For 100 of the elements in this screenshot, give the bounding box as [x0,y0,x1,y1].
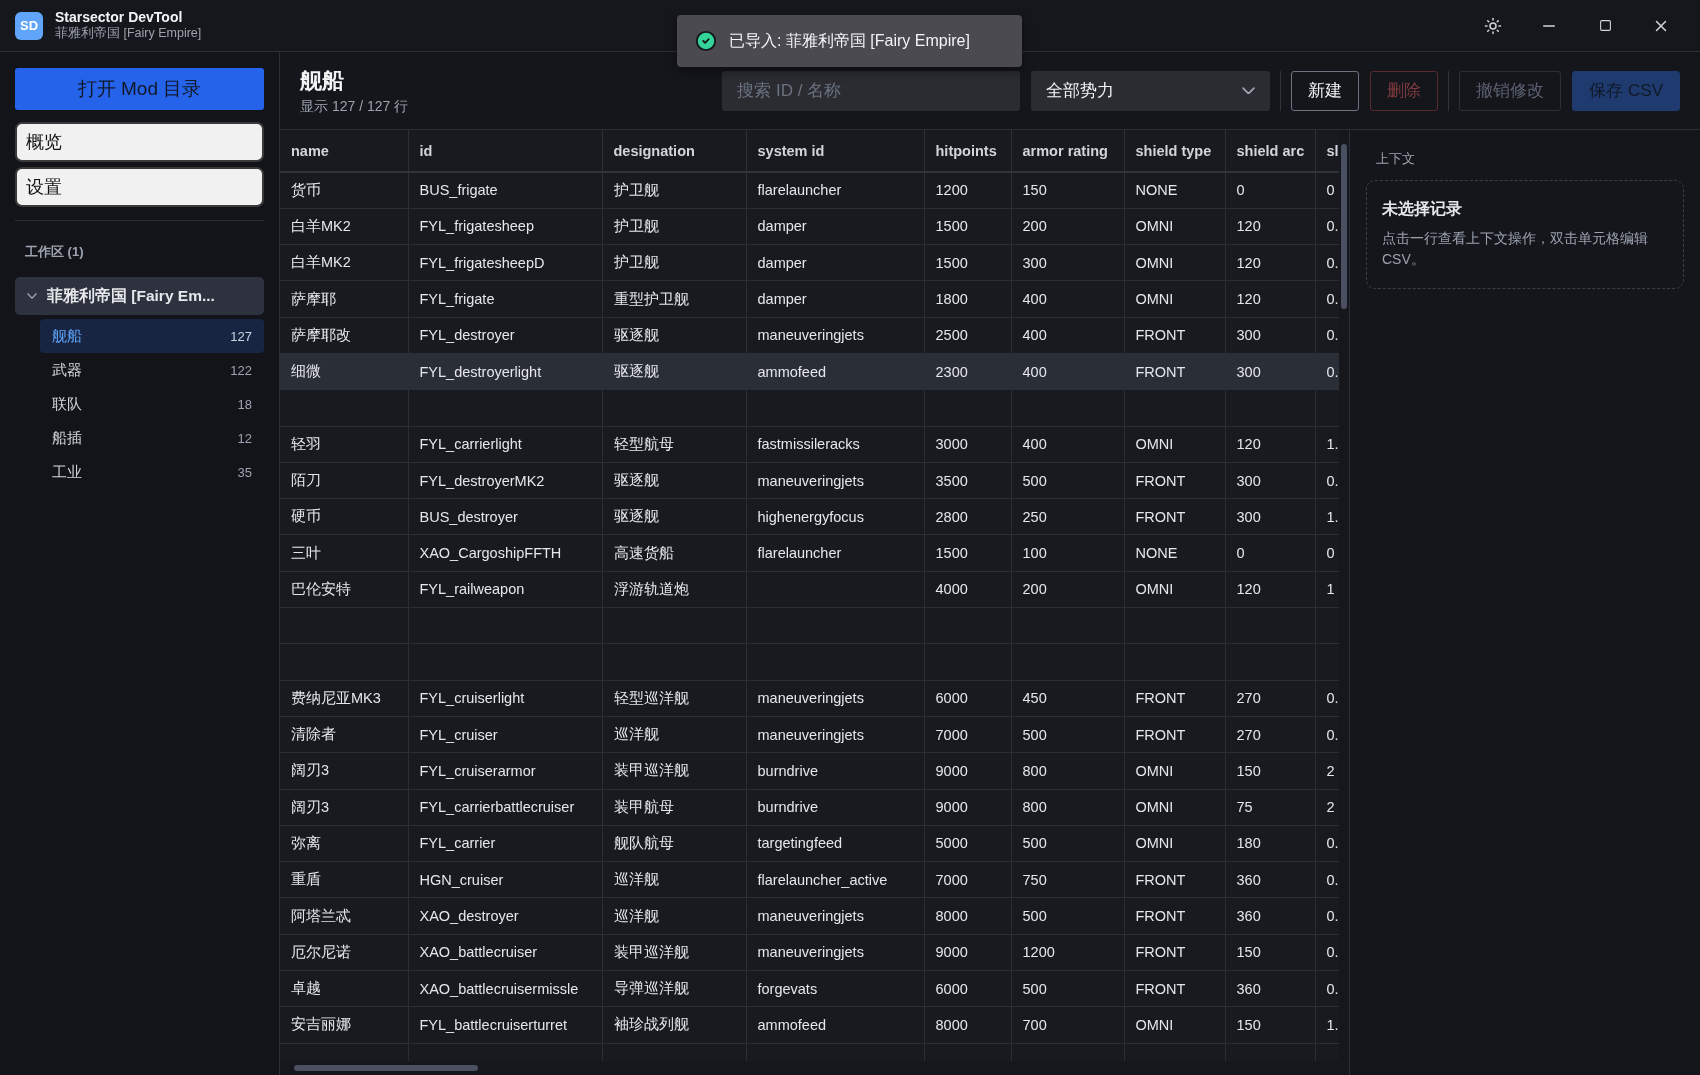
table-cell: 75 [1236,799,1253,816]
table-cell: 0 [1236,182,1245,199]
table-cell: 舰队航母 [613,835,674,851]
table-cell: OMNI [1135,218,1174,235]
table-cell: NONE [1135,182,1178,199]
table-cell: FRONT [1135,508,1186,525]
table-cell: maneuveringjets [757,944,864,961]
table-cell: 8000 [935,908,968,925]
column-header[interactable]: hitpoints [924,130,1011,172]
table-cell: 三叶 [291,544,321,561]
table-cell: 400 [1022,363,1047,380]
tree-item-count: 18 [237,396,252,412]
table-cell: 2 [1326,762,1335,779]
table-cell: 5000 [935,835,968,852]
mod-tree-group[interactable]: 菲雅利帝国 [Fairy Em... [15,277,264,315]
tree-item-label: 工业 [52,462,82,482]
horizontal-scrollbar[interactable] [280,1061,1349,1075]
table-cell: forgevats [757,980,818,997]
table-cell: 400 [1022,327,1047,344]
table-cell: 0. [1326,835,1339,852]
table-cell: FYL_carrierbattlecruiser [419,799,575,816]
table-cell: FYL_railweapon [419,581,525,598]
table-cell: 9000 [935,944,968,961]
table-cell: 硬币 [291,508,321,525]
table-cell: 150 [1236,944,1261,961]
tree-item[interactable]: 船插 12 [40,421,264,455]
tree-item[interactable]: 工业 35 [40,455,264,489]
tree-item[interactable]: 舰船 127 [40,319,264,353]
column-header[interactable]: system id [746,130,924,172]
table-cell: 500 [1022,726,1047,743]
nav-button[interactable]: 概览 [15,122,264,162]
table-cell: 浮游轨道炮 [613,580,689,597]
column-header[interactable]: designation [602,130,746,172]
table-cell: 1500 [935,545,968,562]
table-cell: OMNI [1135,581,1174,598]
app-title: Starsector DevTool [55,9,184,25]
table-cell: 2800 [935,508,968,525]
tree-item[interactable]: 联队 18 [40,387,264,421]
nav-button[interactable]: 设置 [15,167,264,207]
table-cell: 袖珍战列舰 [613,1016,689,1033]
table-cell: FYL_frigate [419,291,495,308]
table-cell: 1. [1326,436,1339,453]
table-cell: 阔刃3 [291,798,330,815]
column-header[interactable]: name [280,130,408,172]
table-cell: maneuveringjets [757,726,864,743]
table-cell: 驱逐舰 [613,326,659,343]
table-cell: OMNI [1135,291,1174,308]
table-cell: 1. [1326,508,1339,525]
table-cell: 1500 [935,218,968,235]
vertical-scrollbar[interactable] [1339,130,1349,1061]
table-cell: 300 [1236,327,1261,344]
table-cell: highenergyfocus [757,508,864,525]
table-cell: 200 [1022,218,1047,235]
table-cell: FRONT [1135,944,1186,961]
table-cell: 护卫舰 [613,217,659,234]
table-cell: 750 [1022,871,1047,888]
column-header[interactable]: shield type [1124,130,1225,172]
column-header[interactable]: armor rating [1011,130,1124,172]
column-header[interactable]: id [408,130,602,172]
table-cell: FRONT [1135,363,1186,380]
table-cell: 7000 [935,871,968,888]
table-cell: FYL_frigatesheep [419,218,534,235]
toolbar-button[interactable]: 新建 [1291,70,1360,111]
table-cell: FYL_carrierlight [419,436,522,453]
table-cell: 360 [1236,871,1261,888]
table-cell: 0. [1326,363,1339,380]
table-cell: 厄尔尼诺 [291,943,351,960]
table-cell: 护卫舰 [613,181,659,198]
table-cell: 弥离 [291,835,321,851]
tree-item-label: 船插 [52,428,82,448]
table-cell: FYL_carrier [419,835,496,852]
table-cell: maneuveringjets [757,908,864,925]
table-cell: FYL_destroyerlight [419,363,542,380]
tree-item-label: 武器 [52,360,82,380]
table-cell: 500 [1022,472,1047,489]
table-cell: 120 [1236,436,1261,453]
tree-item-label: 舰船 [52,326,82,346]
table-cell: damper [757,254,807,271]
table-cell: FYL_battlecruiserturret [419,1016,567,1033]
table-cell: 0 [1326,182,1335,199]
table-cell: 2 [1326,799,1335,816]
table-cell: 400 [1022,291,1047,308]
table-cell: 轻型巡洋舰 [613,689,689,706]
table-cell: 0. [1326,291,1339,308]
search-field[interactable]: 搜索 ID / 名称 [722,70,1021,111]
table-cell: 8000 [935,1016,968,1033]
table-cell: 6000 [935,980,968,997]
faction-dropdown[interactable]: 全部势力 [1031,70,1271,111]
app-subtitle: 菲雅利帝国 [Fairy Empire] [55,25,202,42]
column-header[interactable]: shield arc [1225,130,1315,172]
table-cell: ammofeed [757,363,826,380]
table-cell: 0. [1326,218,1339,235]
table-cell: burndrive [757,762,818,779]
table-cell: XAO_destroyer [419,908,519,925]
table-cell: 导弹巡洋舰 [613,980,689,997]
table-cell: fastmissileracks [757,436,860,453]
table-cell: 0. [1326,980,1339,997]
tree-item[interactable]: 武器 122 [40,353,264,387]
table-cell: 陌刀 [291,472,321,488]
table-cell: 装甲巡洋舰 [613,762,689,779]
